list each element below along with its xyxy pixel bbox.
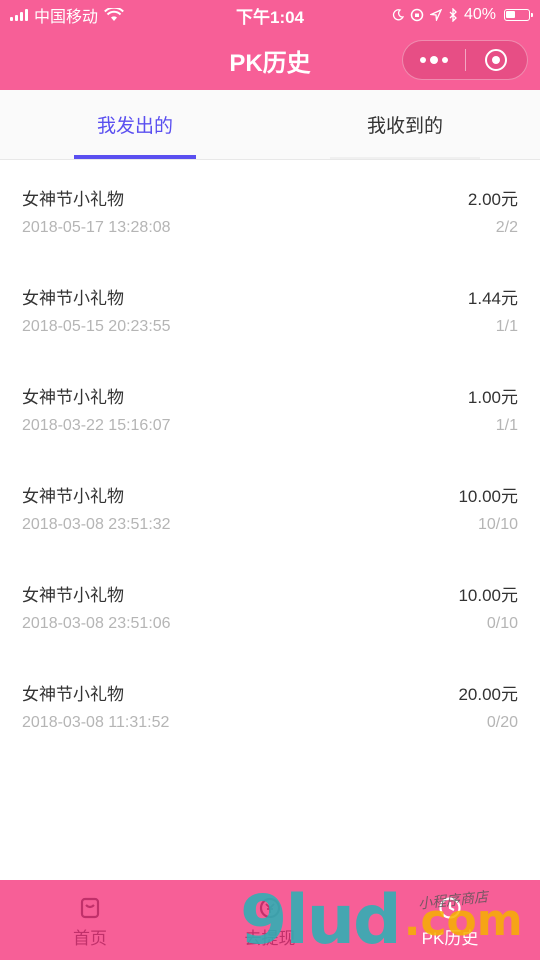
page-title: PK历史 (229, 49, 311, 77)
more-button[interactable] (403, 41, 465, 79)
battery-icon (504, 9, 533, 21)
item-time: 2018-03-08 11:31:52 (22, 714, 170, 731)
record-tabs: 我发出的 我收到的 (0, 90, 540, 160)
more-dots-icon (419, 56, 448, 64)
item-time: 2018-05-17 13:28:08 (22, 219, 171, 236)
battery-percent: 40% (463, 6, 496, 23)
signal-icon (10, 9, 28, 21)
item-time: 2018-05-15 20:23:55 (22, 318, 171, 335)
list-item[interactable]: 女神节小礼物 1.00元 2018-03-22 15:16:07 1/1 (0, 358, 540, 457)
item-progress: 2/2 (495, 219, 518, 236)
item-progress: 1/1 (495, 318, 518, 335)
item-amount: 2.00元 (467, 189, 518, 209)
miniprogram-capsule (402, 40, 528, 80)
home-bag-icon (80, 897, 100, 919)
item-time: 2018-03-22 15:16:07 (22, 417, 171, 434)
carrier-label: 中国移动 (34, 9, 99, 26)
location-icon (429, 9, 442, 21)
tabbar-home[interactable]: 首页 (0, 880, 180, 960)
nav-bar: PK历史 (0, 30, 540, 90)
list-item[interactable]: 女神节小礼物 1.44元 2018-05-15 20:23:55 1/1 (0, 259, 540, 358)
tabbar-home-label: 首页 (73, 929, 107, 948)
status-left: 中国移动 (10, 3, 124, 27)
item-progress: 0/20 (486, 714, 518, 731)
item-name: 女神节小礼物 (22, 189, 124, 209)
item-time: 2018-03-08 23:51:32 (22, 516, 171, 533)
item-amount: 1.00元 (467, 387, 518, 407)
item-name: 女神节小礼物 (22, 288, 124, 308)
item-progress: 0/10 (486, 615, 518, 632)
status-bar: 中国移动 下午1:04 40% (0, 0, 540, 30)
item-progress: 1/1 (495, 417, 518, 434)
tab-received[interactable]: 我收到的 (270, 90, 540, 159)
list-item[interactable]: 女神节小礼物 20.00元 2018-03-08 11:31:52 0/20 (0, 655, 540, 754)
tabbar-pk-history[interactable]: PK历史 (360, 880, 540, 960)
item-name: 女神节小礼物 (22, 585, 124, 605)
history-list: 女神节小礼物 2.00元 2018-05-17 13:28:08 2/2 女神节小礼… (0, 160, 540, 754)
item-amount: 10.00元 (458, 585, 518, 605)
bottom-tab-bar: 首页 去提现 PK历史 (0, 880, 540, 960)
item-amount: 20.00元 (458, 684, 518, 704)
item-amount: 10.00元 (458, 486, 518, 506)
status-right: 40% (392, 6, 533, 24)
bluetooth-icon (449, 8, 457, 22)
withdraw-icon (259, 897, 281, 919)
list-item[interactable]: 女神节小礼物 10.00元 2018-03-08 23:51:06 0/10 (0, 556, 540, 655)
item-name: 女神节小礼物 (22, 486, 124, 506)
clock-icon (439, 897, 461, 919)
tabbar-pk-history-label: PK历史 (421, 929, 479, 948)
close-target-icon (485, 49, 508, 71)
tabbar-withdraw[interactable]: 去提现 (180, 880, 360, 960)
list-item[interactable]: 女神节小礼物 10.00元 2018-03-08 23:51:32 10/10 (0, 457, 540, 556)
wifi-icon (104, 8, 124, 21)
tab-received-label: 我收到的 (366, 116, 443, 137)
item-name: 女神节小礼物 (22, 387, 124, 407)
tab-sent-label: 我发出的 (96, 116, 173, 137)
tabbar-withdraw-label: 去提现 (244, 929, 296, 948)
item-time: 2018-03-08 23:51:06 (22, 615, 171, 632)
list-item[interactable]: 女神节小礼物 2.00元 2018-05-17 13:28:08 2/2 (0, 160, 540, 259)
rotation-lock-icon (410, 8, 424, 22)
item-amount: 1.44元 (467, 288, 518, 308)
item-progress: 10/10 (477, 516, 518, 533)
moon-icon (392, 9, 404, 21)
item-name: 女神节小礼物 (22, 684, 124, 704)
tab-divider (330, 157, 480, 159)
close-miniprogram-button[interactable] (466, 41, 528, 79)
tab-sent[interactable]: 我发出的 (0, 90, 270, 159)
